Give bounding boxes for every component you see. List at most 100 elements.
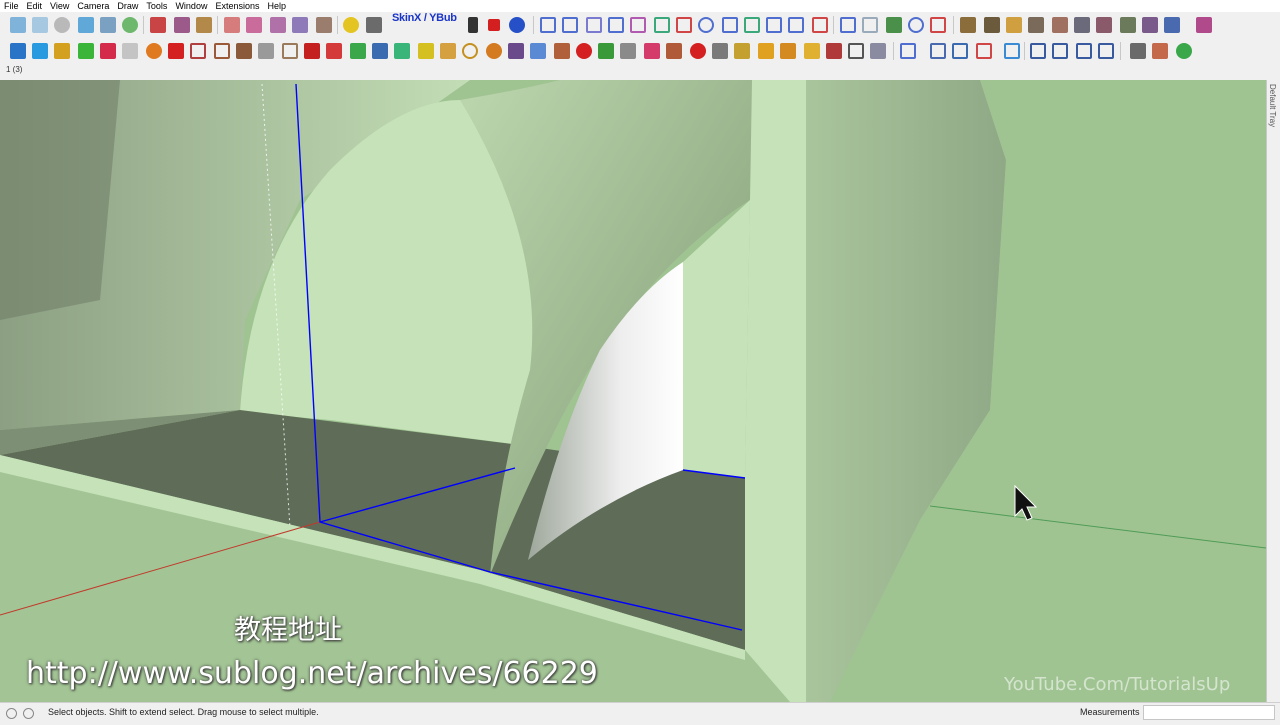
sweep-icon[interactable] [1006, 17, 1022, 33]
curve-tool-icon[interactable] [900, 43, 916, 59]
blend-icon[interactable] [1142, 17, 1158, 33]
polygon-icon[interactable] [840, 17, 856, 33]
edit-point-icon[interactable] [886, 17, 902, 33]
iso-view-icon[interactable] [10, 17, 26, 33]
spline-icon[interactable] [608, 17, 624, 33]
leaf-icon[interactable] [1176, 43, 1192, 59]
follow-me-icon[interactable] [78, 43, 94, 59]
play-icon[interactable] [468, 17, 478, 33]
grid5-icon[interactable] [870, 43, 886, 59]
back-edges-icon[interactable] [576, 43, 592, 59]
curve-icon[interactable] [586, 17, 602, 33]
menu-help[interactable]: Help [263, 0, 290, 12]
3d-text-icon[interactable] [304, 43, 320, 59]
patch-icon[interactable] [1096, 17, 1112, 33]
group-icon[interactable] [246, 17, 262, 33]
skinx-ybub-label[interactable]: SkinX / YBub [392, 12, 457, 24]
previous-view-icon[interactable] [440, 43, 456, 59]
select-tool-icon[interactable] [174, 17, 190, 33]
grid4-icon[interactable] [804, 43, 820, 59]
add-location-icon[interactable] [343, 17, 359, 33]
menu-file[interactable]: File [0, 0, 23, 12]
arc-tool-icon[interactable] [540, 17, 556, 33]
polyline-icon[interactable] [562, 17, 578, 33]
eraser-icon[interactable] [100, 43, 116, 59]
ellipse-icon[interactable] [908, 17, 924, 33]
zoom-extents-icon[interactable] [418, 43, 434, 59]
pie-icon[interactable] [812, 17, 828, 33]
push-pull-icon[interactable] [32, 43, 48, 59]
credits-icon[interactable] [23, 708, 34, 719]
section-plane-icon[interactable] [150, 17, 166, 33]
measurements-input[interactable] [1143, 705, 1275, 720]
skin-icon[interactable] [1028, 17, 1044, 33]
grid3-icon[interactable] [780, 43, 796, 59]
menu-view[interactable]: View [46, 0, 73, 12]
intersect-icon[interactable] [292, 17, 308, 33]
back-view-icon[interactable] [100, 17, 116, 33]
menu-edit[interactable]: Edit [23, 0, 47, 12]
cap-icon[interactable] [1120, 17, 1136, 33]
stop-icon[interactable] [488, 19, 500, 31]
look-around-icon[interactable] [486, 43, 502, 59]
textured-icon[interactable] [666, 43, 682, 59]
shield-icon[interactable] [1130, 43, 1146, 59]
text-icon[interactable] [258, 43, 274, 59]
right-view-icon[interactable] [78, 17, 94, 33]
edit-tool-icon[interactable] [196, 17, 212, 33]
dimension-icon[interactable] [214, 43, 230, 59]
paint-bucket-icon[interactable] [10, 43, 26, 59]
freehand-icon[interactable] [654, 17, 670, 33]
tape-measure-icon[interactable] [190, 43, 206, 59]
walk-icon[interactable] [508, 43, 524, 59]
menu-tools[interactable]: Tools [142, 0, 171, 12]
scale-icon[interactable] [168, 43, 184, 59]
settings-icon[interactable] [1164, 17, 1180, 33]
tools-icon[interactable] [366, 17, 382, 33]
grid2-icon[interactable] [758, 43, 774, 59]
pan-icon[interactable] [350, 43, 366, 59]
cross3-icon[interactable] [1098, 43, 1114, 59]
rotate-icon[interactable] [146, 43, 162, 59]
left-view-icon[interactable] [122, 17, 138, 33]
diamond-icon[interactable] [976, 43, 992, 59]
menu-window[interactable]: Window [171, 0, 211, 12]
front-view-icon[interactable] [54, 17, 70, 33]
menu-extensions[interactable]: Extensions [211, 0, 263, 12]
extrude-icon[interactable] [1052, 17, 1068, 33]
help-icon[interactable] [509, 17, 525, 33]
circle-icon[interactable] [698, 17, 714, 33]
select-dots-icon[interactable] [848, 43, 864, 59]
cross2-icon[interactable] [1076, 43, 1092, 59]
rail-icon[interactable] [1074, 17, 1090, 33]
bezier-icon[interactable] [630, 17, 646, 33]
loop-icon[interactable] [930, 17, 946, 33]
shaded-icon[interactable] [644, 43, 660, 59]
split-icon[interactable] [826, 43, 842, 59]
layer-icon[interactable] [712, 43, 728, 59]
menu-draw[interactable]: Draw [113, 0, 142, 12]
default-tray[interactable]: Default Tray [1266, 80, 1280, 702]
cross-icon[interactable] [1052, 43, 1068, 59]
axes-icon[interactable] [282, 43, 298, 59]
move-icon[interactable] [122, 43, 138, 59]
plugin-icon[interactable] [1196, 17, 1212, 33]
menu-camera[interactable]: Camera [73, 0, 113, 12]
ngon-icon[interactable] [862, 17, 878, 33]
monochrome-icon[interactable] [690, 43, 706, 59]
arc4-icon[interactable] [788, 17, 804, 33]
surface-icon[interactable] [960, 17, 976, 33]
model-viewport[interactable]: 教程地址 http://www.sublog.net/archives/6622… [0, 80, 1266, 702]
grid-icon[interactable] [734, 43, 750, 59]
geo-location-icon[interactable] [6, 708, 17, 719]
wireframe-icon[interactable] [598, 43, 614, 59]
scene-tab-1[interactable]: 1 (3) [0, 65, 22, 74]
explode-icon[interactable] [270, 17, 286, 33]
protractor-icon[interactable] [236, 43, 252, 59]
box-icon[interactable] [1152, 43, 1168, 59]
arc-up-icon[interactable] [930, 43, 946, 59]
pen-icon[interactable] [1030, 43, 1046, 59]
arc3-icon[interactable] [766, 17, 782, 33]
zoom-icon[interactable] [372, 43, 388, 59]
component-icon[interactable] [224, 17, 240, 33]
